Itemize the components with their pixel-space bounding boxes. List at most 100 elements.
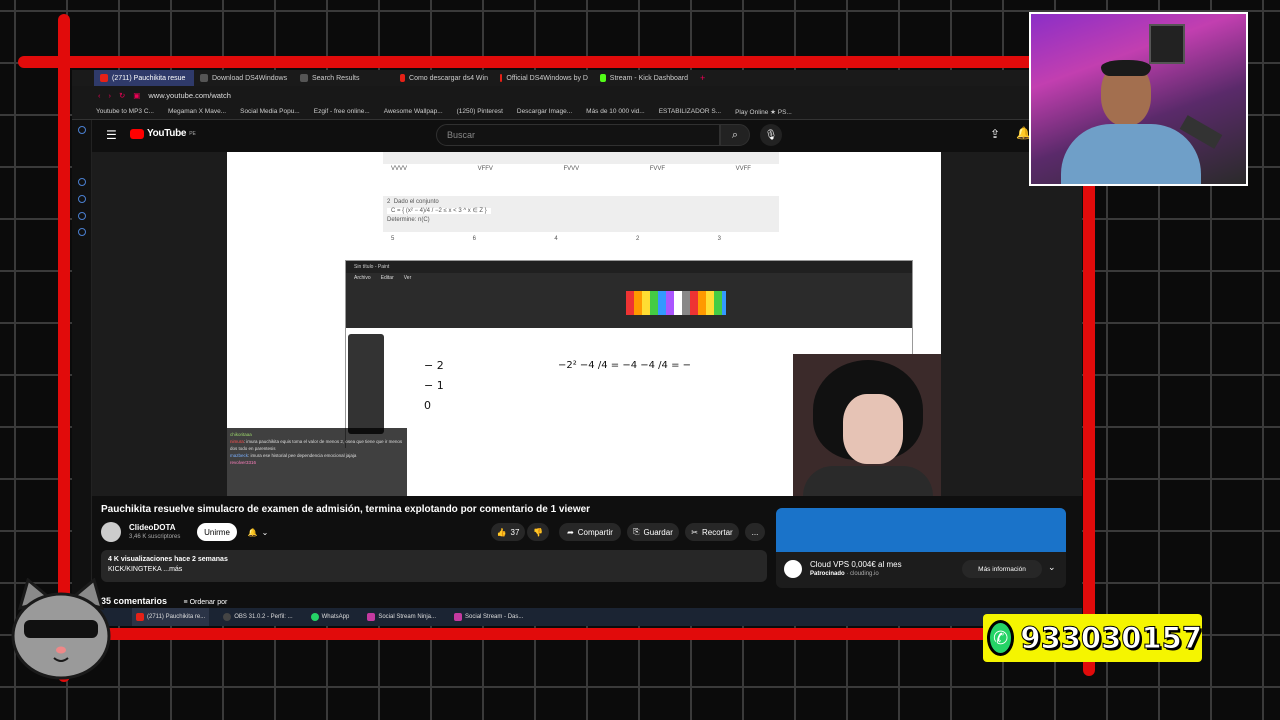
tab-official-ds4[interactable]: Official DS4Windows by D — [494, 70, 594, 86]
thumbs-down-icon: 👎 — [533, 527, 543, 537]
exam-option: 4 — [554, 236, 558, 242]
youtube-favicon-icon — [400, 74, 406, 82]
scissors-icon: ✂ — [691, 527, 698, 537]
exam-option: VFFV — [477, 166, 493, 172]
menu-icon[interactable]: ☰ — [106, 128, 117, 142]
bookmark-item[interactable]: (1250) Pinterest — [457, 108, 503, 115]
video-player[interactable]: VVVV VFFV FVVV FVVF VVFF 2 Dado el conju… — [92, 152, 1082, 496]
windows-taskbar: (2711) Pauchikita re... OBS 31.0.2 - Per… — [72, 608, 1082, 626]
ad-banner-image — [776, 508, 1066, 552]
bookmark-item[interactable]: Awesome Wallpap... — [384, 108, 443, 115]
tab-ds4-download[interactable]: Download DS4Windows — [194, 70, 294, 86]
paint-menu: Archivo Editar Ver — [346, 273, 912, 283]
dislike-button[interactable]: 👎 — [527, 523, 549, 541]
ad-expand-icon[interactable]: ⌄ — [1048, 562, 1056, 573]
math-expression: −2² −4 /4 = −4 −4 /4 = − — [558, 360, 692, 371]
ad-logo-icon — [784, 560, 802, 578]
webcam-monitor — [1149, 24, 1185, 64]
ad-title[interactable]: Cloud VPS 0,004€ al mes — [810, 560, 902, 569]
url-field[interactable]: www.youtube.com/watch — [148, 91, 231, 100]
chat-overlay: chikoritaaa nimura: imura pauchikita equ… — [227, 428, 407, 496]
chat-message: revolver3316 — [230, 460, 257, 465]
exam-q2-text: Dado el conjunto — [393, 199, 439, 205]
whatsapp-contact-badge: ✆ 933030157 — [983, 614, 1202, 662]
clip-button[interactable]: ✂ Recortar — [685, 523, 739, 541]
upload-icon[interactable]: ⇪ — [990, 127, 1000, 141]
channel-row: ClideoDOTA 3,46 K suscriptores Unirme 🔔 ⌄… — [101, 521, 781, 545]
video-description[interactable]: 4 K visualizaciones hace 2 semanas KICK/… — [101, 550, 767, 582]
channel-name[interactable]: ClideoDOTA — [129, 523, 176, 532]
chevron-down-icon: ⌄ — [261, 527, 269, 537]
join-button[interactable]: Unirme — [197, 523, 237, 541]
taskbar-item-obs[interactable]: OBS 31.0.2 - Perfil: ... — [219, 608, 296, 626]
new-tab-button[interactable]: + — [694, 73, 711, 83]
view-count: 4 K visualizaciones hace 2 semanas — [108, 556, 228, 563]
reload-icon[interactable]: ↻ — [119, 91, 125, 100]
bookmark-item[interactable]: Play Online ★ PS... — [735, 108, 792, 116]
like-button[interactable]: 👍 37 — [491, 523, 525, 541]
taskbar-item-social-stream-dash[interactable]: Social Stream - Das... — [450, 608, 527, 626]
tab-como-descargar[interactable]: Como descargar ds4 Win — [394, 70, 494, 86]
sponsored-ad[interactable]: Cloud VPS 0,004€ al mes Patrocinado · cl… — [776, 508, 1066, 588]
more-info-button[interactable]: Más información — [962, 560, 1042, 578]
paint-menu-item[interactable]: Ver — [404, 275, 412, 281]
sidebar-icon-6[interactable] — [78, 228, 86, 236]
tab-kick-dashboard[interactable]: Stream - Kick Dashboard — [594, 70, 694, 86]
more-actions-button[interactable]: ... — [745, 523, 765, 541]
exam-option: 3 — [717, 236, 721, 242]
bookmark-item[interactable]: Megaman X Mave... — [168, 108, 226, 115]
sidebar-icon-3[interactable] — [78, 178, 86, 186]
exam-q1-box — [383, 152, 779, 164]
paint-color-palette[interactable] — [626, 291, 726, 315]
notifications-bell-button[interactable]: 🔔 ⌄ — [243, 523, 273, 541]
bookmark-item[interactable]: Descargar Image... — [517, 108, 572, 115]
channel-avatar[interactable] — [101, 522, 121, 542]
paint-slider-panel — [348, 334, 384, 434]
search-input[interactable]: Buscar — [436, 124, 720, 146]
voice-search-button[interactable]: 🎙 — [760, 124, 782, 146]
sidebar-icon-4[interactable] — [78, 195, 86, 203]
cat-sunglasses — [24, 620, 98, 638]
paint-titlebar: Sin título - Paint — [346, 261, 912, 273]
chat-message: mazbeck: imura ese historial pee depende… — [230, 453, 357, 458]
cat-mascot-logo — [11, 578, 111, 680]
bookmark-item[interactable]: ESTABILIZADOR S... — [659, 108, 721, 115]
tab-youtube[interactable]: (2711) Pauchikita resue — [94, 70, 194, 86]
youtube-play-icon — [130, 128, 144, 139]
chat-message: nimura: imura pauchikita equis toma el v… — [230, 439, 403, 451]
paint-menu-item[interactable]: Archivo — [354, 275, 371, 281]
taskbar-item-browser[interactable]: (2711) Pauchikita re... — [132, 608, 210, 626]
taskbar-item-social-stream-ninja[interactable]: Social Stream Ninja... — [363, 608, 440, 626]
taskbar-item-whatsapp[interactable]: WhatsApp — [307, 608, 354, 626]
back-icon[interactable]: ‹ — [98, 91, 101, 100]
tab-search-results[interactable]: Search Results — [294, 70, 394, 86]
ad-sponsor-line: Patrocinado · clouding.io — [810, 571, 879, 577]
red-frame-bottom — [58, 628, 1100, 640]
exam-q2-ask: Determine: n(C) — [387, 217, 430, 223]
youtube-favicon-icon — [100, 74, 108, 82]
bookmark-item[interactable]: Ezgif - free online... — [314, 108, 370, 115]
youtube-logo[interactable]: YouTube PE — [130, 128, 196, 139]
sidebar-icon-2[interactable] — [78, 126, 86, 134]
description-text: KICK/KINGTEKA ...más — [108, 566, 183, 573]
exam-q2-set: C = { (x² − 4)/4 / −2 ≤ x < 3 ^ x ∈ Z } — [387, 208, 491, 214]
bookmark-item[interactable]: Youtube to MP3 C... — [96, 108, 154, 115]
save-button[interactable]: ⎘ Guardar — [627, 523, 679, 541]
kick-favicon-icon — [600, 74, 606, 82]
sort-button[interactable]: ≡ Ordenar por — [184, 599, 228, 606]
search-button[interactable]: ⌕ — [720, 124, 750, 146]
page-favicon-icon — [200, 74, 208, 82]
social-stream-app-icon — [454, 613, 463, 621]
bookmark-item[interactable]: Más de 10 000 vid... — [586, 108, 645, 115]
forward-icon[interactable]: › — [109, 91, 112, 100]
red-frame-top — [18, 56, 1100, 68]
share-button[interactable]: ➦ Compartir — [559, 523, 621, 541]
bookmarks-bar: Youtube to MP3 C... Megaman X Mave... So… — [72, 104, 1082, 120]
bookmark-item[interactable]: Social Media Popu... — [240, 108, 300, 115]
exam-q2-options: 5 6 4 2 3 — [391, 236, 721, 242]
paint-menu-item[interactable]: Editar — [381, 275, 394, 281]
streamer-shirt — [803, 466, 933, 496]
exam-option: VVVV — [391, 166, 408, 172]
subscriber-count: 3,46 K suscriptores — [129, 534, 181, 540]
sidebar-icon-5[interactable] — [78, 212, 86, 220]
